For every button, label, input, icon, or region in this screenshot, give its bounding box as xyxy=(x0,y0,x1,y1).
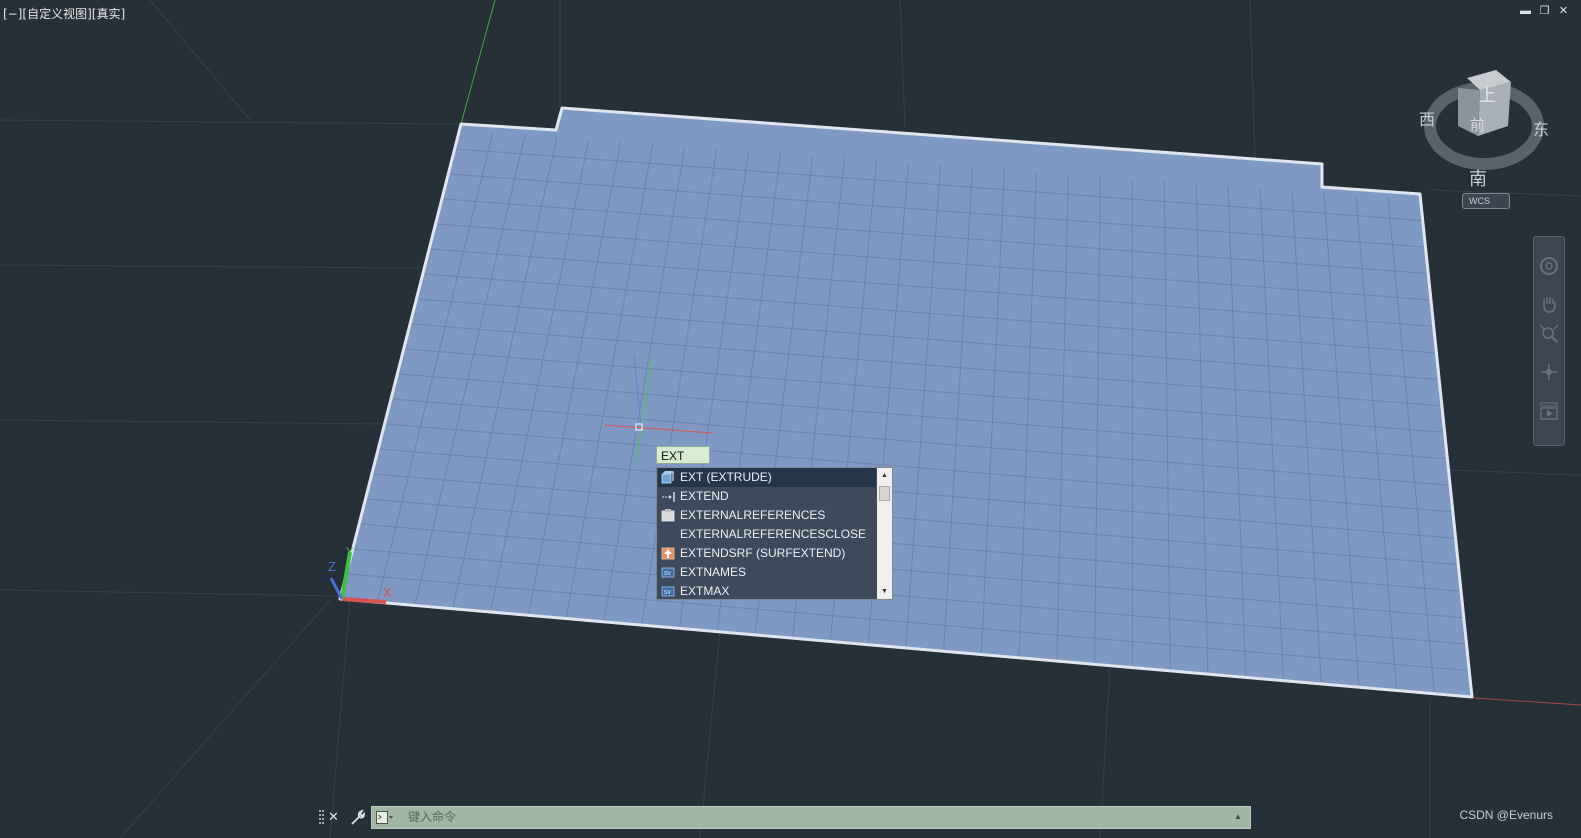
autocomplete-item-extend[interactable]: EXTEND xyxy=(658,487,876,506)
extrude-icon xyxy=(661,471,674,484)
wrench-icon[interactable] xyxy=(349,809,365,826)
autocomplete-item-label: EXTNAMES xyxy=(680,565,747,579)
pan-hand-icon[interactable] xyxy=(1538,293,1560,315)
autocomplete-item-ext-extrude[interactable]: EXT (EXTRUDE) xyxy=(658,468,876,487)
close-icon[interactable]: ✕ xyxy=(1558,6,1569,17)
command-line-input[interactable]: 键入命令 ▲ xyxy=(371,806,1251,829)
scroll-up-arrow-icon[interactable]: ▲ xyxy=(880,471,889,480)
autocomplete-item-externalreferencesclose[interactable]: EXTERNALREFERENCESCLOSE xyxy=(658,525,876,544)
command-autocomplete-list: EXT (EXTRUDE) EXTEND EXTERNALREFERENCES … xyxy=(656,467,893,600)
dynamic-command-input[interactable]: EXT xyxy=(656,446,710,464)
xref-palette-icon xyxy=(661,509,675,522)
restore-icon[interactable]: ❐ xyxy=(1539,6,1550,17)
scroll-thumb[interactable] xyxy=(879,486,890,501)
autocomplete-item-label: EXTENDSRF (SURFEXTEND) xyxy=(680,546,846,560)
autocomplete-item-label: EXTERNALREFERENCESCLOSE xyxy=(680,527,867,541)
model-viewport[interactable]: X Y Z 上 前 xyxy=(0,0,1581,838)
viewcube-front-face[interactable]: 前 xyxy=(1470,116,1485,134)
autocomplete-item-label: EXTERNALREFERENCES xyxy=(680,508,826,522)
command-prompt-icon[interactable] xyxy=(376,811,393,824)
navigation-bar xyxy=(1533,236,1565,446)
world-y-axis xyxy=(460,0,496,125)
command-line-bar: ✕ 键入命令 ▲ xyxy=(316,806,1251,829)
autocomplete-item-extnames[interactable]: SV EXTNAMES xyxy=(658,563,876,582)
ucs-x-label: X xyxy=(383,585,392,600)
zoom-extents-icon[interactable] xyxy=(1538,323,1560,345)
viewcube[interactable]: 上 前 xyxy=(1424,70,1544,170)
system-variable-icon: SV xyxy=(661,567,675,578)
viewcube-west-label[interactable]: 西 xyxy=(1419,106,1435,130)
orbit-icon[interactable] xyxy=(1538,361,1560,383)
autocomplete-item-externalreferences[interactable]: EXTERNALREFERENCES xyxy=(658,506,876,525)
autocomplete-item-extendsrf[interactable]: EXTENDSRF (SURFEXTEND) xyxy=(658,544,876,563)
viewcube-south-label[interactable]: 南 xyxy=(1469,165,1487,191)
svg-text:SV: SV xyxy=(664,571,671,577)
autocomplete-item-extmax[interactable]: SV EXTMAX xyxy=(658,582,876,599)
svg-text:SV: SV xyxy=(664,590,671,596)
command-history-arrow-icon[interactable]: ▲ xyxy=(1234,811,1244,823)
wcs-menu-button[interactable]: WCS xyxy=(1462,193,1510,209)
ucs-y-label: Y xyxy=(346,546,354,558)
watermark: CSDN @Evenurs xyxy=(1459,808,1553,822)
ucs-z-label: Z xyxy=(328,559,336,574)
viewcube-east-label[interactable]: 东 xyxy=(1533,116,1549,140)
viewcube-top-face[interactable]: 上 xyxy=(1479,86,1496,106)
system-variable-icon: SV xyxy=(661,586,675,597)
viewport-controls-label[interactable]: [−][自定义视图][真实] xyxy=(3,5,125,22)
viewport-window-controls: ▬ ❐ ✕ xyxy=(1520,6,1569,17)
world-x-axis xyxy=(1473,697,1581,706)
steering-wheel-icon[interactable] xyxy=(1538,255,1560,277)
autocomplete-scrollbar[interactable]: ▲ ▼ xyxy=(877,468,892,599)
scroll-down-arrow-icon[interactable]: ▼ xyxy=(880,587,889,596)
extend-icon xyxy=(662,492,675,502)
close-command-line-icon[interactable]: ✕ xyxy=(328,808,342,826)
command-line-placeholder: 键入命令 xyxy=(408,810,457,824)
grip-handle-icon[interactable] xyxy=(319,809,324,826)
autocomplete-item-label: EXTMAX xyxy=(680,584,730,598)
surface-extend-icon xyxy=(661,547,675,560)
autocomplete-item-label: EXT (EXTRUDE) xyxy=(680,470,772,484)
autocomplete-item-label: EXTEND xyxy=(680,489,729,503)
showmotion-icon[interactable] xyxy=(1538,401,1560,423)
minimize-icon[interactable]: ▬ xyxy=(1520,6,1531,17)
